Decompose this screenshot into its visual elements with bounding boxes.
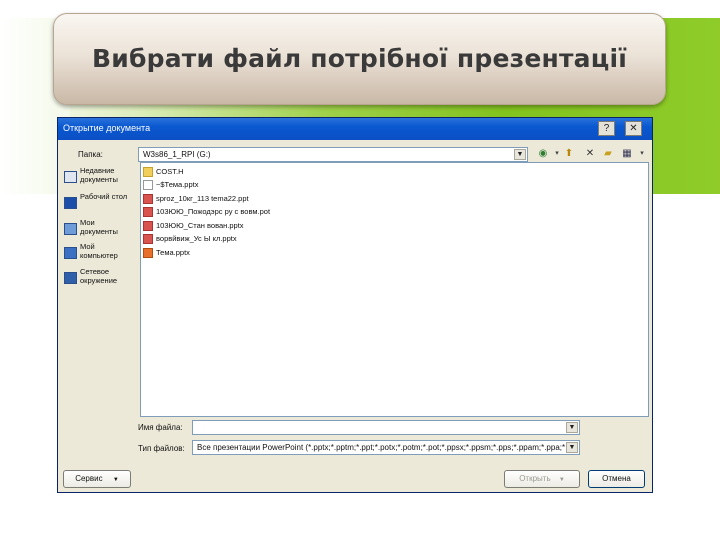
title-box: Вибрати файл потрібної презентації bbox=[53, 13, 666, 105]
file-name: COST.H bbox=[156, 167, 184, 176]
place-label: Рабочий стол bbox=[80, 192, 128, 201]
open-button[interactable]: Открыть ▼ bbox=[504, 470, 580, 488]
file-name: 103ЮЮ_Стан вован.pptx bbox=[156, 221, 244, 230]
chevron-down-icon: ▼ bbox=[112, 477, 119, 483]
filetype-select[interactable]: Все презентации PowerPoint (*.pptx;*.ppt… bbox=[192, 440, 580, 455]
place-desktop[interactable]: Рабочий стол bbox=[63, 192, 131, 220]
lookin-value: W3s86_1_RPI (G:) bbox=[143, 150, 211, 159]
desktop-icon bbox=[64, 197, 77, 209]
up-folder-icon[interactable]: ⬆ bbox=[562, 147, 576, 161]
filetype-value: Все презентации PowerPoint (*.pptx;*.ppt… bbox=[197, 443, 565, 452]
close-button[interactable]: ✕ bbox=[625, 121, 642, 136]
dialog-title: Открытие документа bbox=[63, 123, 151, 133]
dialog-titlebar: Открытие документа ? ✕ bbox=[58, 118, 652, 140]
ppt-icon bbox=[143, 221, 153, 231]
slide-title: Вибрати файл потрібної презентації bbox=[92, 44, 627, 73]
list-item[interactable]: sproz_10кг_113 tema22.ppt bbox=[143, 193, 343, 205]
new-folder-icon[interactable]: ▰ bbox=[601, 147, 615, 161]
file-list[interactable]: COST.H ~$Тема.pptx sproz_10кг_113 tema22… bbox=[140, 162, 649, 417]
list-item[interactable]: 103ЮЮ_Стан вован.pptx bbox=[143, 220, 343, 232]
pptx-icon bbox=[143, 248, 153, 258]
list-item[interactable]: Тема.pptx bbox=[143, 247, 343, 259]
place-label: Мой компьютер bbox=[80, 242, 118, 260]
lookin-combo[interactable]: W3s86_1_RPI (G:) ▼ bbox=[138, 147, 528, 162]
list-item[interactable]: COST.H bbox=[143, 166, 343, 178]
views-dropdown-icon[interactable]: ▾ bbox=[635, 147, 649, 161]
help-button[interactable]: ? bbox=[598, 121, 615, 136]
ppt-icon bbox=[143, 207, 153, 217]
network-icon bbox=[64, 272, 77, 284]
open-label: Открыть bbox=[519, 474, 551, 483]
filename-label: Имя файла: bbox=[138, 423, 183, 432]
place-my-computer[interactable]: Мой компьютер bbox=[63, 242, 131, 270]
file-name: ~$Тема.pptx bbox=[156, 180, 199, 189]
my-documents-icon bbox=[64, 223, 77, 235]
slide: Вибрати файл потрібної презентації Откры… bbox=[0, 0, 720, 540]
cancel-button[interactable]: Отмена bbox=[588, 470, 645, 488]
back-icon[interactable]: ◉ bbox=[536, 147, 550, 161]
place-label: Мои документы bbox=[80, 218, 118, 236]
list-item[interactable]: 103ЮЮ_Пожодэрс ру с вовм.pot bbox=[143, 206, 343, 218]
lookin-label: Папка: bbox=[78, 150, 103, 159]
service-button[interactable]: Сервис ▼ bbox=[63, 470, 131, 488]
file-name: sproz_10кг_113 tema22.ppt bbox=[156, 194, 249, 203]
file-name: Тема.pptx bbox=[156, 248, 190, 257]
my-computer-icon bbox=[64, 247, 77, 259]
chevron-down-icon[interactable]: ▼ bbox=[566, 442, 578, 453]
service-label: Сервис bbox=[75, 474, 103, 483]
open-document-dialog: Открытие документа ? ✕ Папка: W3s86_1_RP… bbox=[57, 117, 653, 493]
place-recent[interactable]: Недавние документы bbox=[63, 166, 131, 194]
chevron-down-icon: ▼ bbox=[558, 477, 565, 483]
place-network[interactable]: Сетевое окружение bbox=[63, 267, 131, 295]
pptx-icon bbox=[143, 180, 153, 190]
recent-docs-icon bbox=[64, 171, 77, 183]
views-icon[interactable]: ▦ bbox=[620, 147, 634, 161]
place-label: Сетевое окружение bbox=[80, 267, 118, 285]
chevron-down-icon[interactable]: ▼ bbox=[566, 422, 578, 433]
chevron-down-icon[interactable]: ▼ bbox=[514, 149, 526, 160]
filename-input[interactable]: ▼ bbox=[192, 420, 580, 435]
ppt-icon bbox=[143, 194, 153, 204]
file-name: ворвйвиж_Ус Ы кл.pptx bbox=[156, 234, 237, 243]
file-name: 103ЮЮ_Пожодэрс ру с вовм.pot bbox=[156, 207, 271, 216]
folder-icon bbox=[143, 167, 153, 177]
place-label: Недавние документы bbox=[80, 166, 118, 184]
delete-icon[interactable]: ✕ bbox=[583, 147, 597, 161]
list-item[interactable]: ~$Тема.pptx bbox=[143, 179, 343, 191]
filetype-label: Тип файлов: bbox=[138, 444, 185, 453]
ppt-icon bbox=[143, 234, 153, 244]
list-item[interactable]: ворвйвиж_Ус Ы кл.pptx bbox=[143, 233, 343, 245]
places-bar: Недавние документы Рабочий стол Мои доку… bbox=[63, 166, 131, 296]
